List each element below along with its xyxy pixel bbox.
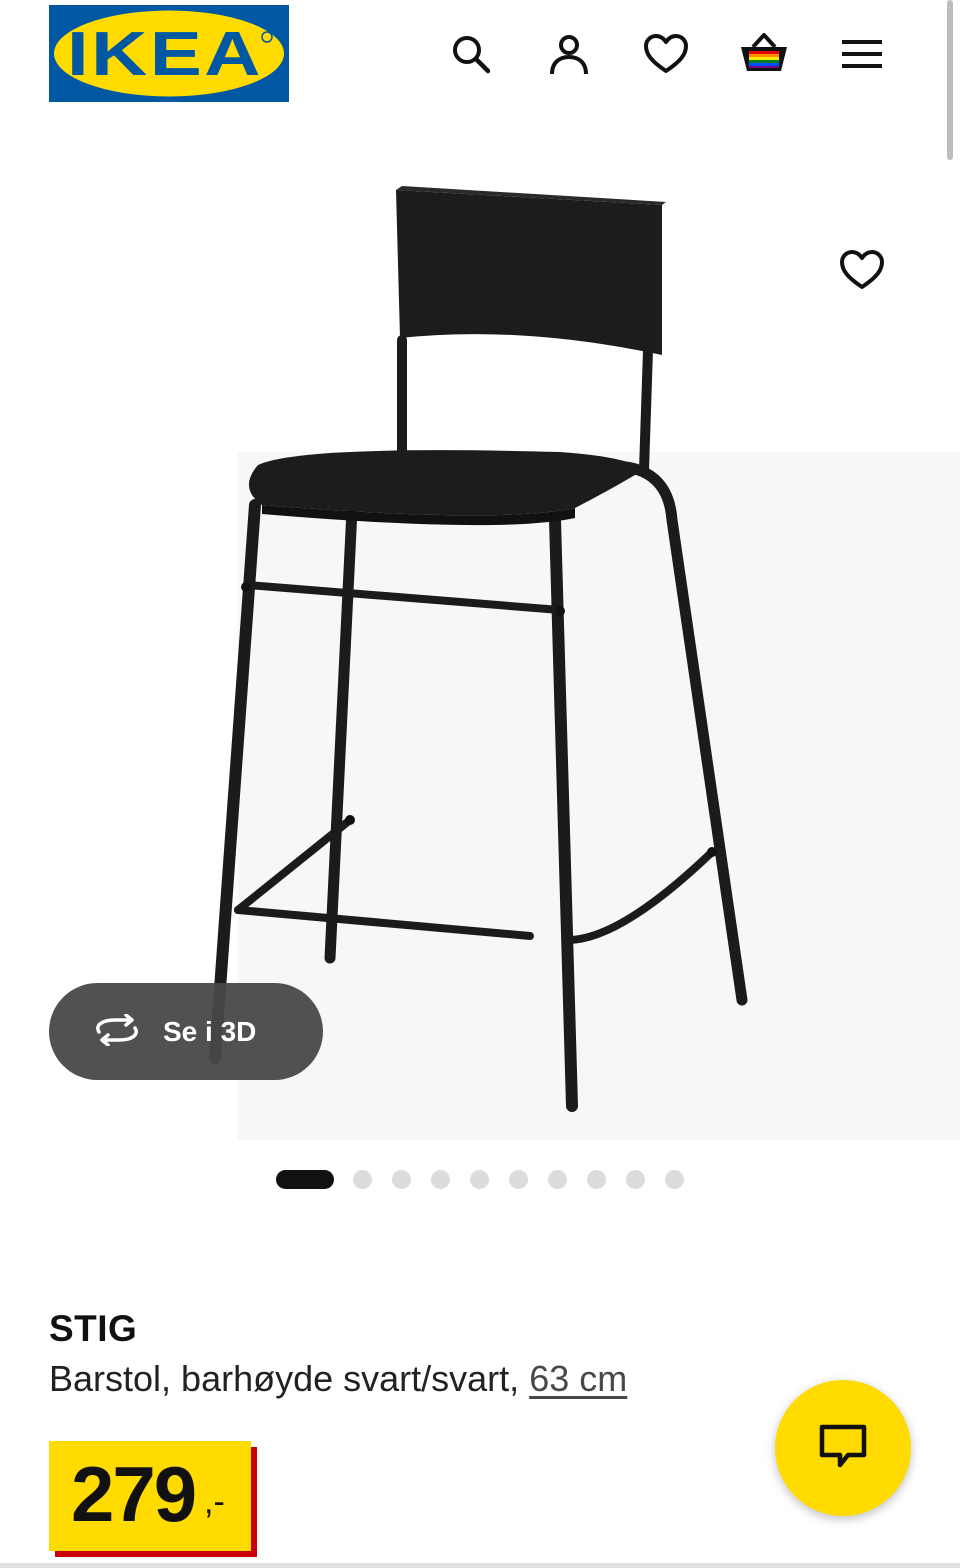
price-suffix: ,- bbox=[204, 1483, 225, 1521]
menu-icon[interactable] bbox=[832, 22, 892, 86]
ikea-logo[interactable]: IKEA bbox=[49, 5, 289, 102]
carousel-indicator bbox=[0, 1168, 960, 1190]
product-description: Barstol, barhøyde svart/svart, 63 cm bbox=[49, 1358, 627, 1400]
carousel-dot[interactable] bbox=[431, 1170, 450, 1189]
price-tag: 279 ,- bbox=[49, 1441, 251, 1551]
product-name: STIG bbox=[49, 1308, 138, 1349]
account-icon[interactable] bbox=[539, 22, 599, 86]
carousel-dot[interactable] bbox=[548, 1170, 567, 1189]
chat-button[interactable] bbox=[775, 1380, 911, 1516]
carousel-dot[interactable] bbox=[626, 1170, 645, 1189]
view-in-3d-label: Se i 3D bbox=[163, 1015, 257, 1047]
bottom-divider bbox=[0, 1563, 960, 1568]
carousel-dot[interactable] bbox=[392, 1170, 411, 1189]
page-scrollbar[interactable] bbox=[947, 0, 953, 160]
product-description-text: Barstol, barhøyde svart/svart, bbox=[49, 1358, 520, 1399]
carousel-dot[interactable] bbox=[587, 1170, 606, 1189]
carousel-dot[interactable] bbox=[665, 1170, 684, 1189]
svg-text:IKEA: IKEA bbox=[67, 20, 263, 89]
carousel-dot[interactable] bbox=[509, 1170, 528, 1189]
basket-icon[interactable] bbox=[734, 22, 794, 86]
carousel-dot-active[interactable] bbox=[276, 1170, 334, 1189]
heart-icon[interactable] bbox=[636, 22, 696, 86]
search-icon[interactable] bbox=[441, 22, 501, 86]
product-size-link[interactable]: 63 cm bbox=[529, 1358, 627, 1399]
top-header: IKEA bbox=[0, 0, 960, 110]
carousel-dot[interactable] bbox=[470, 1170, 489, 1189]
carousel-dot[interactable] bbox=[353, 1170, 372, 1189]
price-integer: 279 bbox=[71, 1450, 197, 1538]
rotate-3d-icon bbox=[91, 1012, 143, 1050]
favorite-icon[interactable] bbox=[830, 238, 894, 302]
chat-icon bbox=[818, 1423, 868, 1473]
view-in-3d-button[interactable]: Se i 3D bbox=[49, 983, 323, 1080]
